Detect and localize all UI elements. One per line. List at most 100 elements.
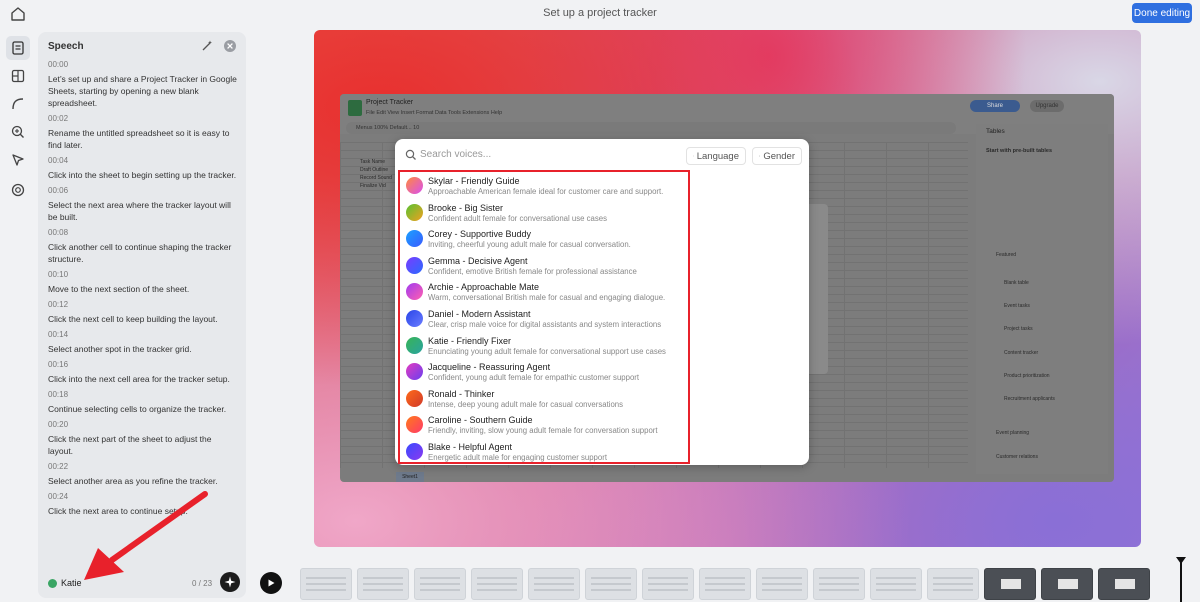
voice-option[interactable]: Jacqueline - Reassuring Agent Confident, …	[400, 358, 688, 384]
timeline-frame[interactable]	[1098, 568, 1150, 600]
segment-timestamp: 00:04	[48, 156, 69, 165]
voice-avatar	[406, 230, 423, 248]
segment-timestamp: 00:06	[48, 186, 69, 195]
timeline-frame[interactable]	[984, 568, 1036, 600]
frame-line	[363, 589, 403, 591]
voice-option[interactable]: Brooke - Big Sister Confident adult femal…	[400, 199, 688, 225]
transcript-segment[interactable]: 00:08 Click another cell to continue shap…	[48, 227, 238, 265]
layout-tool-button[interactable]	[6, 64, 30, 88]
tables-item: Recruitment applicants	[1004, 396, 1055, 402]
transcript-segment[interactable]: 00:20 Click the next part of the sheet to…	[48, 419, 238, 457]
transcript-segment[interactable]: 00:18 Continue selecting cells to organiz…	[48, 389, 238, 415]
frame-line	[705, 583, 745, 585]
voice-avatar	[406, 256, 423, 274]
speech-panel-title: Speech	[48, 41, 84, 52]
frame-line	[591, 577, 631, 579]
voice-option[interactable]: Archie - Approachable Mate Warm, conversa…	[400, 278, 688, 304]
voice-option[interactable]: Katie - Friendly Fixer Enunciating young …	[400, 332, 688, 358]
transcript-segment[interactable]: 00:16 Click into the next cell area for t…	[48, 359, 238, 385]
done-editing-button[interactable]: Done editing	[1132, 3, 1192, 23]
help-tool-button[interactable]	[6, 178, 30, 202]
frame-line	[420, 583, 460, 585]
sparkle-icon	[224, 576, 236, 588]
transcript-segment[interactable]: 00:12 Click the next cell to keep buildin…	[48, 299, 238, 325]
frame-line	[534, 583, 574, 585]
timeline-frame[interactable]	[1041, 568, 1093, 600]
transcript-segment[interactable]: 00:00 Let’s set up and share a Project Tr…	[48, 59, 238, 109]
playhead[interactable]	[1180, 560, 1182, 602]
sheets-upgrade-button: Upgrade	[1030, 100, 1064, 112]
segment-text: Let’s set up and share a Project Tracker…	[48, 74, 237, 108]
voice-option-description: Friendly, inviting, slow young adult fem…	[428, 426, 658, 436]
voice-option-name: Brooke - Big Sister	[428, 202, 504, 213]
frame-line	[933, 583, 973, 585]
voice-avatar	[406, 443, 423, 460]
frame-line	[762, 589, 802, 591]
voice-option-name: Archie - Approachable Mate	[428, 282, 540, 293]
language-filter-button[interactable]: Language	[686, 147, 746, 165]
close-icon[interactable]	[223, 39, 237, 53]
tables-panel-title: Tables	[986, 128, 1005, 135]
sheets-cell: Record Sound	[360, 175, 392, 181]
timeline-frame[interactable]	[870, 568, 922, 600]
pointer-tool-button[interactable]	[6, 148, 30, 172]
sheets-share-button: Share	[970, 100, 1020, 112]
play-icon	[268, 579, 275, 587]
frame-line	[819, 583, 859, 585]
timeline-frame[interactable]	[642, 568, 694, 600]
segment-timestamp: 00:16	[48, 360, 69, 369]
curve-tool-button[interactable]	[6, 92, 30, 116]
ai-generate-button[interactable]	[220, 572, 240, 592]
transcript-segment[interactable]: 00:02 Rename the untitled spreadsheet so …	[48, 113, 238, 151]
voice-search-input[interactable]	[420, 148, 660, 160]
timeline-frame[interactable]	[699, 568, 751, 600]
voice-option[interactable]: Ronald - Thinker Intense, deep young adul…	[400, 385, 688, 411]
zoom-tool-button[interactable]	[6, 120, 30, 144]
search-icon	[405, 148, 417, 160]
timeline-frame[interactable]	[813, 568, 865, 600]
voice-list[interactable]: Skylar - Friendly Guide Approachable Amer…	[398, 170, 690, 464]
tables-panel-subtitle: Start with pre-built tables	[986, 148, 1053, 154]
timeline[interactable]	[256, 557, 1200, 602]
script-tool-button[interactable]	[6, 36, 30, 60]
voice-option[interactable]: Blake - Helpful Agent Energetic adult mal…	[400, 438, 688, 462]
transcript-segment[interactable]: 00:24 Click the next area to continue set…	[48, 491, 238, 517]
transcript-segment[interactable]: 00:10 Move to the next section of the she…	[48, 269, 238, 295]
voice-option[interactable]: Caroline - Southern Guide Friendly, invit…	[400, 411, 688, 437]
language-filter-label: Language	[696, 150, 739, 162]
timeline-frame[interactable]	[528, 568, 580, 600]
timeline-frame[interactable]	[357, 568, 409, 600]
transcript-list[interactable]: 00:00 Let’s set up and share a Project Tr…	[48, 59, 238, 571]
transcript-segment[interactable]: 00:22 Select another area as you refine t…	[48, 461, 238, 487]
frame-line	[876, 583, 916, 585]
magic-wand-icon[interactable]	[200, 39, 214, 53]
timeline-frame[interactable]	[927, 568, 979, 600]
transcript-segment[interactable]: 00:14 Select another spot in the tracker …	[48, 329, 238, 355]
voice-option[interactable]: Skylar - Friendly Guide Approachable Amer…	[400, 172, 688, 198]
transcript-segment[interactable]: 00:04 Click into the sheet to begin setti…	[48, 155, 238, 181]
timeline-frame[interactable]	[585, 568, 637, 600]
voice-option[interactable]: Daniel - Modern Assistant Clear, crisp ma…	[400, 305, 688, 331]
voice-picker-popup: Language Gender Skylar - Friendly GuideA…	[395, 139, 809, 465]
play-button[interactable]	[260, 572, 282, 594]
frame-line	[819, 577, 859, 579]
segment-text: Click the next area to continue setup.	[48, 506, 188, 516]
voice-option[interactable]: Corey - Supportive Buddy Inviting, cheerf…	[400, 225, 688, 251]
voice-avatar	[48, 578, 57, 588]
gender-filter-button[interactable]: Gender	[752, 147, 802, 165]
voice-selector[interactable]: Katie	[48, 578, 82, 588]
voice-avatar	[406, 389, 423, 407]
frame-line	[933, 589, 973, 591]
sheets-menu-bar: File Edit View Insert Format Data Tools …	[366, 110, 503, 116]
timeline-frame[interactable]	[300, 568, 352, 600]
timeline-frame[interactable]	[414, 568, 466, 600]
frame-line	[306, 583, 346, 585]
segment-timestamp: 00:12	[48, 300, 69, 309]
tables-item: Product prioritization	[1004, 373, 1050, 379]
timeline-frame[interactable]	[756, 568, 808, 600]
sheets-cell: Task Name	[360, 159, 386, 165]
timeline-frame[interactable]	[471, 568, 523, 600]
transcript-segment[interactable]: 00:06 Select the next area where the trac…	[48, 185, 238, 223]
voice-option[interactable]: Gemma - Decisive Agent Confident, emotive…	[400, 252, 688, 278]
voice-avatar	[406, 336, 423, 354]
